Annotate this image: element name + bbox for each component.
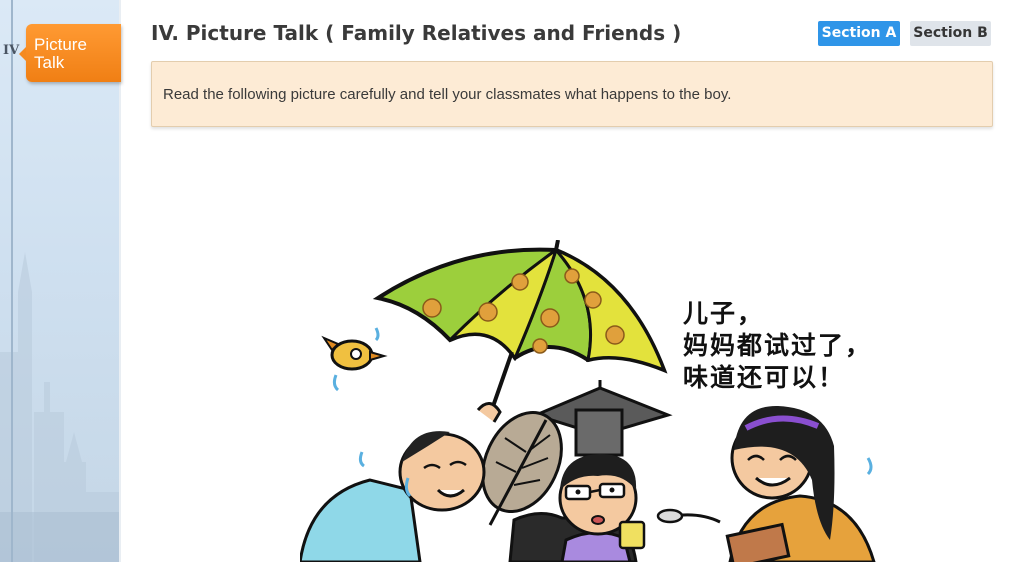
bird-icon bbox=[321, 327, 388, 392]
sidebar bbox=[0, 0, 121, 562]
cartoon-illustration bbox=[300, 240, 876, 562]
mother-figure bbox=[656, 405, 876, 562]
page-title: IV. Picture Talk ( Family Relatives and … bbox=[151, 21, 682, 45]
section-roman-numeral: IV bbox=[3, 43, 20, 58]
father-figure bbox=[300, 402, 502, 562]
instruction-box: Read the following picture carefully and… bbox=[151, 61, 993, 127]
sidebar-item-label-line1: Picture bbox=[34, 35, 87, 54]
timeline-line bbox=[11, 0, 13, 562]
sidebar-item-label-line2: Talk bbox=[34, 53, 65, 72]
sidebar-item-picture-talk[interactable]: Picture Talk bbox=[19, 24, 121, 82]
umbrella-icon bbox=[372, 240, 668, 416]
city-skyline-background bbox=[0, 252, 121, 562]
speech-text: 儿子， 妈妈都试过了， 味道还可以！ bbox=[683, 298, 872, 394]
section-b-button[interactable]: Section B bbox=[910, 21, 991, 46]
speech-line-2: 妈妈都试过了， bbox=[683, 331, 873, 360]
section-a-button[interactable]: Section A bbox=[818, 21, 900, 46]
speech-line-3: 味道还可以！ bbox=[683, 363, 846, 392]
speech-line-1: 儿子， bbox=[683, 299, 765, 328]
sidebar-divider bbox=[119, 0, 121, 562]
instruction-text: Read the following picture carefully and… bbox=[163, 86, 732, 103]
